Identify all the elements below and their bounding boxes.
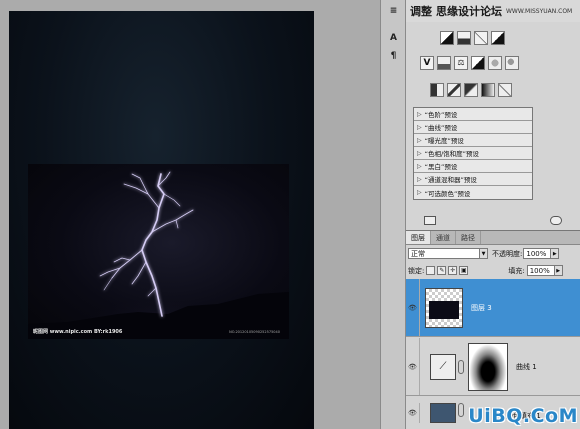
adjustment-icons-row-1 — [406, 28, 580, 48]
layer-name: 图层 3 — [471, 303, 492, 312]
expand-triangle-icon: ▷ — [417, 136, 422, 144]
black-white-icon[interactable] — [471, 56, 485, 70]
layer-thumbnail — [425, 287, 463, 328]
photo-filter-icon[interactable] — [488, 56, 502, 70]
color-fill-thumbnail — [430, 403, 456, 423]
brightness-contrast-icon[interactable] — [440, 31, 454, 45]
layers-panel: 图层 通道 路径 正常 ▼ 不透明度: 100% ▶ 锁定: ✎ ✛ ▣ 填充:… — [406, 230, 580, 429]
preset-item[interactable]: ▷ “通道混和器”预设 — [414, 173, 532, 186]
photo-watermark: 昵图网 www.nipic.com BY:rk1906 — [33, 329, 123, 335]
right-panels: 调整 思缘设计论坛 WWW.MISSYUAN.COM V ⚖ ▷ “色阶”预设 ▷… — [406, 0, 580, 429]
curves-icon[interactable] — [474, 31, 488, 45]
channel-mixer-icon[interactable] — [505, 56, 519, 70]
visibility-eye-icon[interactable]: 👁 — [406, 403, 420, 423]
chain-link-icon[interactable] — [458, 403, 464, 417]
lock-row: 锁定: ✎ ✛ ▣ 填充: 100% ▶ — [408, 263, 580, 278]
expand-triangle-icon: ▷ — [417, 110, 422, 118]
preset-item[interactable]: ▷ “曝光度”预设 — [414, 134, 532, 147]
curves-adjustment-icon: ⟋ — [430, 353, 456, 380]
document-canvas[interactable]: 昵图网 www.nipic.com BY:rk1906 NO.201201050… — [9, 11, 314, 429]
chain-link-icon[interactable] — [458, 359, 464, 374]
expand-triangle-icon: ▷ — [417, 123, 422, 131]
lock-label: 锁定: — [408, 266, 425, 275]
history-icon[interactable]: ≡ — [385, 3, 402, 19]
fill-slider-arrow-icon[interactable]: ▶ — [554, 265, 563, 276]
visibility-eye-icon[interactable]: 👁 — [406, 338, 420, 395]
tab-channels[interactable]: 通道 — [431, 231, 456, 244]
invert-icon[interactable] — [430, 83, 444, 97]
banner-url: WWW.MISSYUAN.COM — [506, 7, 573, 15]
corner-watermark: UiBQ.CoM — [468, 405, 578, 427]
lightning-bolt-graphic — [28, 171, 289, 339]
blend-row: 正常 ▼ 不透明度: 100% ▶ — [408, 246, 580, 261]
banner-title: 思缘设计论坛 — [436, 5, 502, 18]
vibrance-icon[interactable]: V — [420, 56, 434, 70]
adjustment-icons-row-3 — [406, 80, 580, 100]
lock-all-icon[interactable]: ▣ — [459, 266, 469, 275]
posterize-icon[interactable] — [447, 83, 461, 97]
adjustment-icons-row-2: V ⚖ — [406, 53, 580, 73]
tab-layers[interactable]: 图层 — [406, 231, 431, 244]
layer-mask-thumbnail — [468, 342, 508, 391]
chevron-down-icon[interactable]: ▼ — [480, 248, 488, 259]
selective-color-icon[interactable] — [498, 83, 512, 97]
opacity-slider-arrow-icon[interactable]: ▶ — [551, 248, 560, 259]
preset-item[interactable]: ▷ “色相/饱和度”预设 — [414, 147, 532, 160]
site-banner: 调整 思缘设计论坛 WWW.MISSYUAN.COM — [406, 0, 580, 22]
hue-saturation-icon[interactable] — [437, 56, 451, 70]
preset-item[interactable]: ▷ “曲线”预设 — [414, 121, 532, 134]
panel-dock-strip: ≡ A ¶ — [380, 0, 406, 429]
canvas-area[interactable]: 昵图网 www.nipic.com BY:rk1906 NO.201201050… — [0, 0, 380, 429]
paragraph-icon[interactable]: ¶ — [385, 48, 402, 64]
adjustment-options-icon[interactable] — [550, 215, 562, 225]
preset-item[interactable]: ▷ “色阶”预设 — [414, 108, 532, 121]
layers-panel-tabs: 图层 通道 路径 — [406, 231, 580, 245]
adjustment-presets-list: ▷ “色阶”预设 ▷ “曲线”预设 ▷ “曝光度”预设 ▷ “色相/饱和度”预设 ▷ “黑… — [413, 107, 533, 200]
color-balance-icon[interactable]: ⚖ — [454, 56, 468, 70]
opacity-label: 不透明度: — [492, 249, 523, 258]
tab-paths[interactable]: 路径 — [456, 231, 481, 244]
lock-pixels-icon[interactable]: ✎ — [437, 266, 447, 275]
adjustments-footer — [406, 213, 580, 227]
banner-tab-label: 调整 — [410, 5, 432, 18]
preset-item[interactable]: ▷ “黑白”预设 — [414, 160, 532, 173]
expand-triangle-icon: ▷ — [417, 162, 422, 170]
preset-item[interactable]: ▷ “可选颜色”预设 — [414, 186, 532, 199]
gradient-map-icon[interactable] — [481, 83, 495, 97]
clip-to-layer-icon[interactable] — [424, 215, 436, 225]
expand-triangle-icon: ▷ — [417, 189, 422, 196]
opacity-input[interactable]: 100% — [523, 248, 552, 259]
visibility-eye-icon[interactable]: 👁 — [406, 279, 420, 336]
fill-label: 填充: — [508, 266, 525, 275]
expand-triangle-icon: ▷ — [417, 175, 422, 183]
layer-row[interactable]: 👁 图层 3 — [406, 279, 580, 337]
expand-triangle-icon: ▷ — [417, 149, 422, 157]
fill-input[interactable]: 100% — [526, 265, 555, 276]
photo-credit: NO.20120105090252575040 — [229, 330, 280, 334]
lock-transparency-icon[interactable] — [426, 266, 436, 275]
lightning-photo: 昵图网 www.nipic.com BY:rk1906 NO.201201050… — [28, 164, 289, 339]
exposure-icon[interactable] — [491, 31, 505, 45]
character-icon[interactable]: A — [385, 30, 402, 46]
blend-mode-select[interactable]: 正常 — [408, 248, 480, 259]
levels-icon[interactable] — [457, 31, 471, 45]
threshold-icon[interactable] — [464, 83, 478, 97]
layer-name: 曲线 1 — [516, 362, 537, 371]
lock-position-icon[interactable]: ✛ — [448, 266, 458, 275]
layer-row[interactable]: 👁 ⟋ 曲线 1 — [406, 338, 580, 396]
